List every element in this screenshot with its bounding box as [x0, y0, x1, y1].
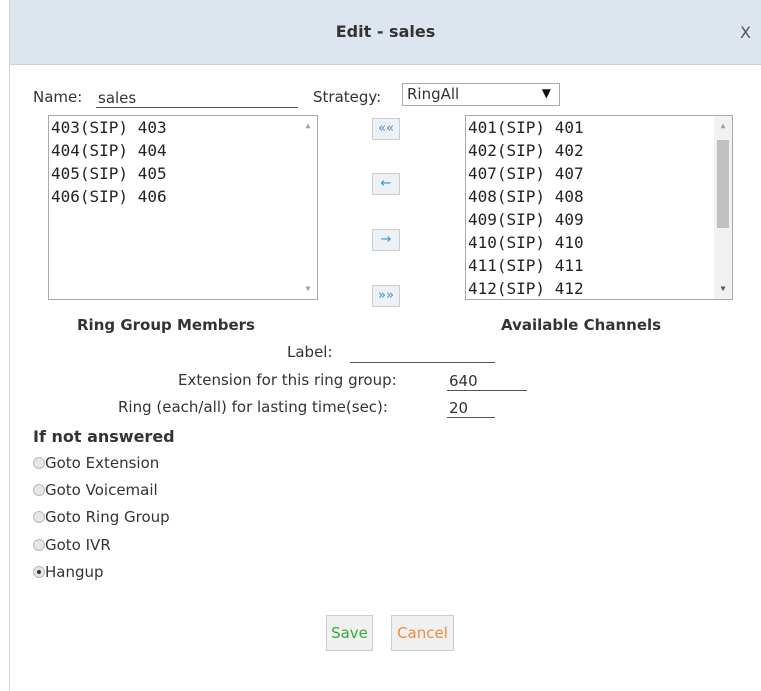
radio-label: Goto Extension — [45, 454, 160, 472]
radio-button-icon[interactable] — [33, 511, 45, 523]
edit-dialog: Edit - sales X Name: Strategy: RingAll ▼… — [9, 0, 761, 691]
available-scrollbar[interactable]: ▲ ▼ — [714, 116, 732, 299]
radio-label: Hangup — [45, 563, 104, 581]
radio-option[interactable]: Goto Ring Group — [33, 508, 170, 526]
move-all-right-button[interactable]: »» — [372, 285, 400, 307]
list-item[interactable]: 408(SIP) 408 — [466, 185, 732, 208]
save-button[interactable]: Save — [326, 615, 373, 651]
move-right-button[interactable]: → — [372, 229, 400, 251]
members-scrollbar[interactable]: ▲ ▼ — [299, 116, 317, 299]
list-item[interactable]: 411(SIP) 411 — [466, 254, 732, 277]
radio-button-icon[interactable] — [33, 457, 45, 469]
radio-button-icon[interactable] — [33, 539, 45, 551]
radio-label: Goto Voicemail — [45, 481, 158, 499]
list-item[interactable]: 410(SIP) 410 — [466, 231, 732, 254]
radio-option[interactable]: Goto Extension — [33, 454, 159, 472]
list-item[interactable]: 406(SIP) 406 — [49, 185, 317, 208]
members-caption: Ring Group Members — [77, 316, 255, 334]
scroll-up-icon[interactable]: ▲ — [299, 118, 317, 134]
list-item[interactable]: 403(SIP) 403 — [49, 116, 317, 139]
name-label: Name: — [33, 88, 83, 106]
scroll-down-icon[interactable]: ▼ — [299, 281, 317, 297]
scrollbar-thumb[interactable] — [717, 140, 729, 228]
radio-option[interactable]: Goto Voicemail — [33, 481, 158, 499]
close-icon[interactable]: X — [740, 23, 751, 42]
available-caption: Available Channels — [501, 316, 662, 334]
members-listbox[interactable]: 403(SIP) 403 404(SIP) 404 405(SIP) 405 406(… — [48, 115, 318, 300]
strategy-label: Strategy: — [313, 88, 382, 106]
extension-input[interactable] — [447, 371, 527, 391]
name-input[interactable] — [96, 88, 298, 108]
radio-option[interactable]: Goto IVR — [33, 536, 111, 554]
list-item[interactable]: 401(SIP) 401 — [466, 116, 732, 139]
scroll-up-icon[interactable]: ▲ — [714, 118, 732, 134]
label-input[interactable] — [350, 343, 495, 363]
dialog-titlebar: Edit - sales X — [10, 0, 761, 65]
scroll-down-icon[interactable]: ▼ — [714, 281, 732, 297]
radio-label: Goto IVR — [45, 536, 111, 554]
list-item[interactable]: 402(SIP) 402 — [466, 139, 732, 162]
list-item[interactable]: 409(SIP) 409 — [466, 208, 732, 231]
dropdown-arrow-icon: ▼ — [541, 86, 551, 100]
radio-label: Goto Ring Group — [45, 508, 170, 526]
list-item[interactable]: 407(SIP) 407 — [466, 162, 732, 185]
cancel-button[interactable]: Cancel — [391, 615, 454, 651]
radio-button-icon[interactable] — [33, 566, 45, 578]
move-left-button[interactable]: ← — [372, 173, 400, 195]
not-answered-heading: If not answered — [33, 427, 175, 446]
strategy-selected-value: RingAll — [407, 85, 460, 103]
list-item[interactable]: 412(SIP) 412 — [466, 277, 732, 299]
move-all-left-button[interactable]: «« — [372, 118, 400, 140]
extension-label: Extension for this ring group: — [178, 371, 397, 389]
list-item[interactable]: 405(SIP) 405 — [49, 162, 317, 185]
strategy-select[interactable]: RingAll ▼ — [402, 83, 560, 106]
available-listbox[interactable]: 401(SIP) 401 402(SIP) 402 407(SIP) 407 408(… — [465, 115, 733, 300]
radio-button-icon[interactable] — [33, 484, 45, 496]
list-item[interactable]: 404(SIP) 404 — [49, 139, 317, 162]
radio-option[interactable]: Hangup — [33, 563, 104, 581]
ringtime-input[interactable] — [447, 398, 495, 418]
ringtime-label: Ring (each/all) for lasting time(sec): — [118, 398, 388, 416]
label-field-label: Label: — [287, 343, 333, 361]
dialog-title: Edit - sales — [335, 22, 436, 41]
